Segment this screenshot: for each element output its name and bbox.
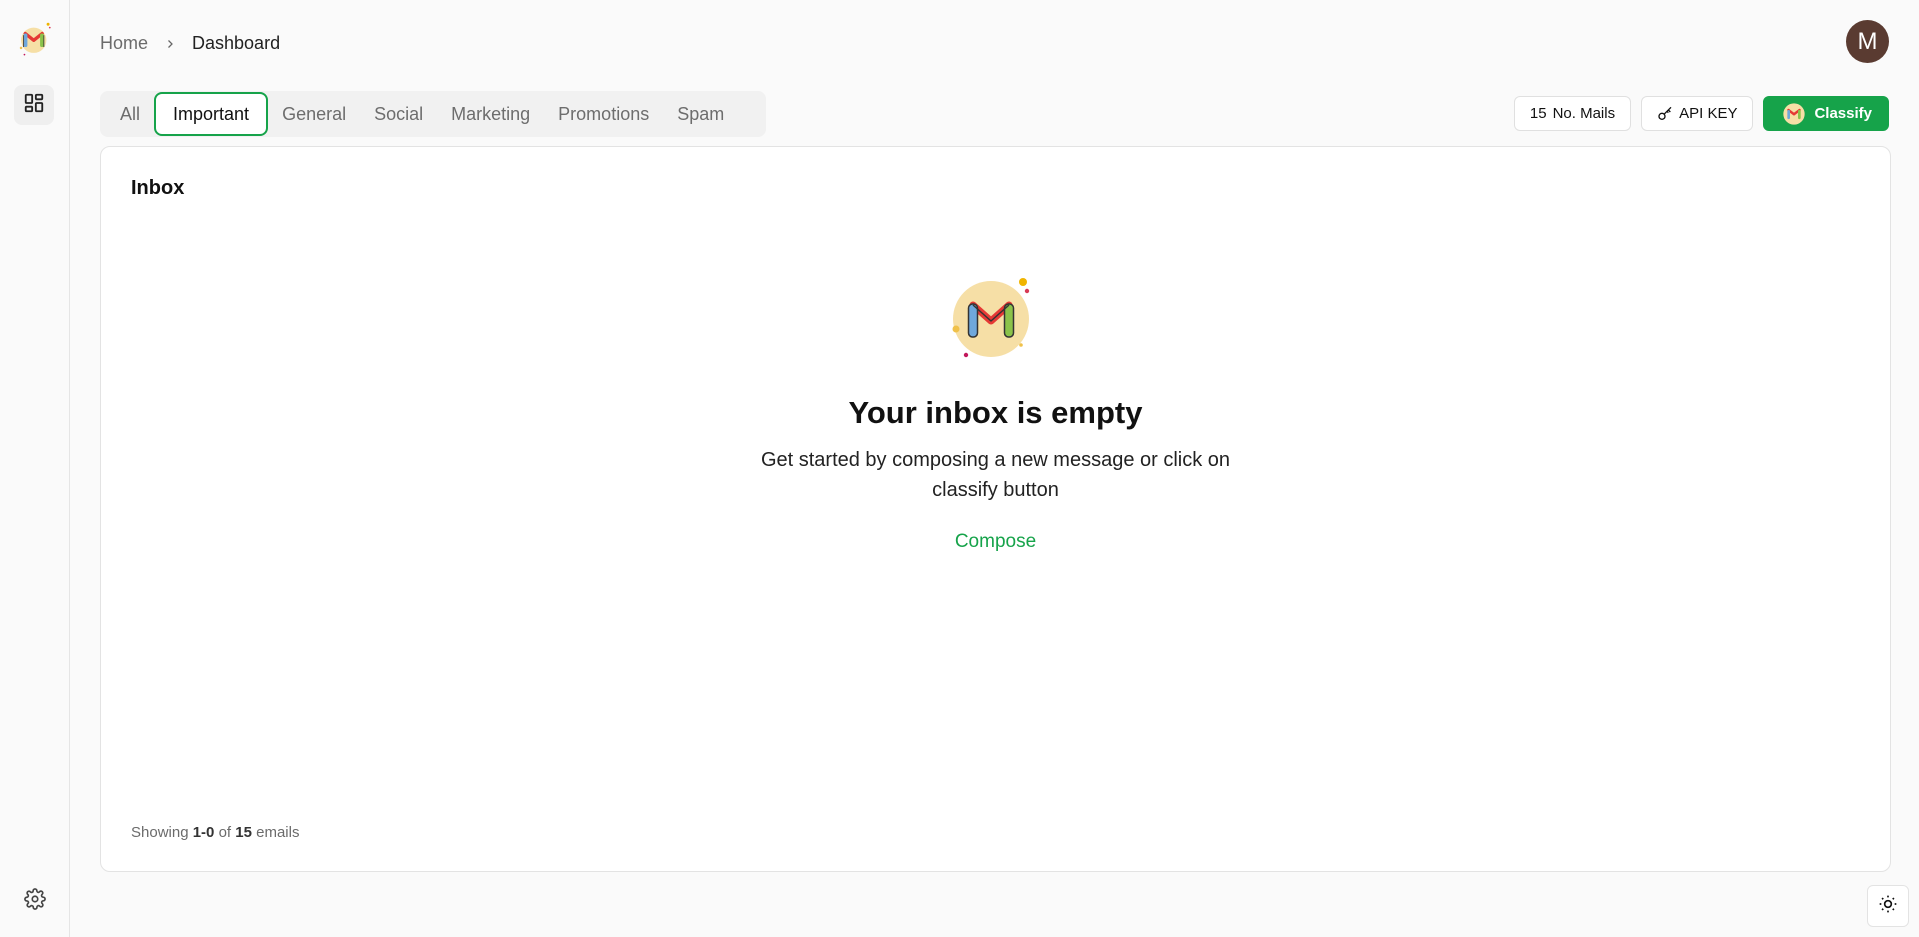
pagination-total: 15 bbox=[235, 824, 252, 841]
chevron-right-icon bbox=[164, 38, 176, 50]
compose-link[interactable]: Compose bbox=[955, 531, 1036, 553]
gmail-logo-icon[interactable] bbox=[16, 20, 54, 58]
tab-marketing[interactable]: Marketing bbox=[437, 92, 544, 136]
avatar-initial: M bbox=[1857, 27, 1878, 55]
theme-toggle-button[interactable] bbox=[1867, 885, 1909, 927]
gear-icon bbox=[24, 887, 46, 915]
breadcrumb: Home Dashboard bbox=[100, 33, 280, 54]
classify-label: Classify bbox=[1814, 105, 1872, 122]
tab-general[interactable]: General bbox=[268, 92, 360, 136]
mails-count-button[interactable]: 15 No. Mails bbox=[1513, 96, 1632, 131]
sidebar-item-settings[interactable] bbox=[19, 885, 51, 917]
pagination-prefix: Showing bbox=[131, 824, 189, 841]
gmail-logo-icon bbox=[952, 278, 1029, 358]
dashboard-icon bbox=[23, 92, 45, 119]
api-key-button[interactable]: API KEY bbox=[1641, 96, 1754, 131]
pagination-suffix: emails bbox=[256, 824, 300, 841]
sun-icon bbox=[1878, 894, 1898, 919]
empty-state: Your inbox is empty Get started by compo… bbox=[101, 277, 1890, 553]
tab-promotions[interactable]: Promotions bbox=[544, 92, 663, 136]
pagination-range: 1-0 bbox=[192, 824, 215, 841]
category-tabs: All Important General Social Marketing P… bbox=[100, 91, 766, 137]
key-icon bbox=[1657, 106, 1673, 122]
empty-state-title: Your inbox is empty bbox=[848, 395, 1143, 430]
inbox-card: Inbox Your inbox is empty Get started by… bbox=[100, 146, 1891, 872]
breadcrumb-home-link[interactable]: Home bbox=[100, 33, 148, 54]
inbox-title: Inbox bbox=[131, 177, 185, 199]
tab-social[interactable]: Social bbox=[360, 92, 437, 136]
top-actions: 15 No. Mails API KEY Classify bbox=[1513, 96, 1889, 131]
sidebar-item-dashboard[interactable] bbox=[14, 85, 54, 125]
tab-all[interactable]: All bbox=[106, 92, 154, 136]
api-key-label: API KEY bbox=[1679, 105, 1738, 122]
gmail-logo-icon bbox=[1783, 102, 1806, 125]
breadcrumb-current: Dashboard bbox=[192, 33, 281, 53]
tab-important[interactable]: Important bbox=[154, 92, 269, 136]
mails-count-label: No. Mails bbox=[1552, 105, 1616, 122]
tab-spam[interactable]: Spam bbox=[663, 92, 738, 136]
sidebar bbox=[0, 0, 70, 937]
pagination-summary: Showing 1-0 of 15 emails bbox=[131, 824, 299, 841]
mails-count-value: 15 bbox=[1529, 105, 1547, 122]
empty-state-description: Get started by composing a new message o… bbox=[760, 449, 1231, 501]
classify-button[interactable]: Classify bbox=[1763, 96, 1889, 131]
pagination-of: of bbox=[218, 824, 232, 841]
avatar[interactable]: M bbox=[1846, 20, 1889, 63]
